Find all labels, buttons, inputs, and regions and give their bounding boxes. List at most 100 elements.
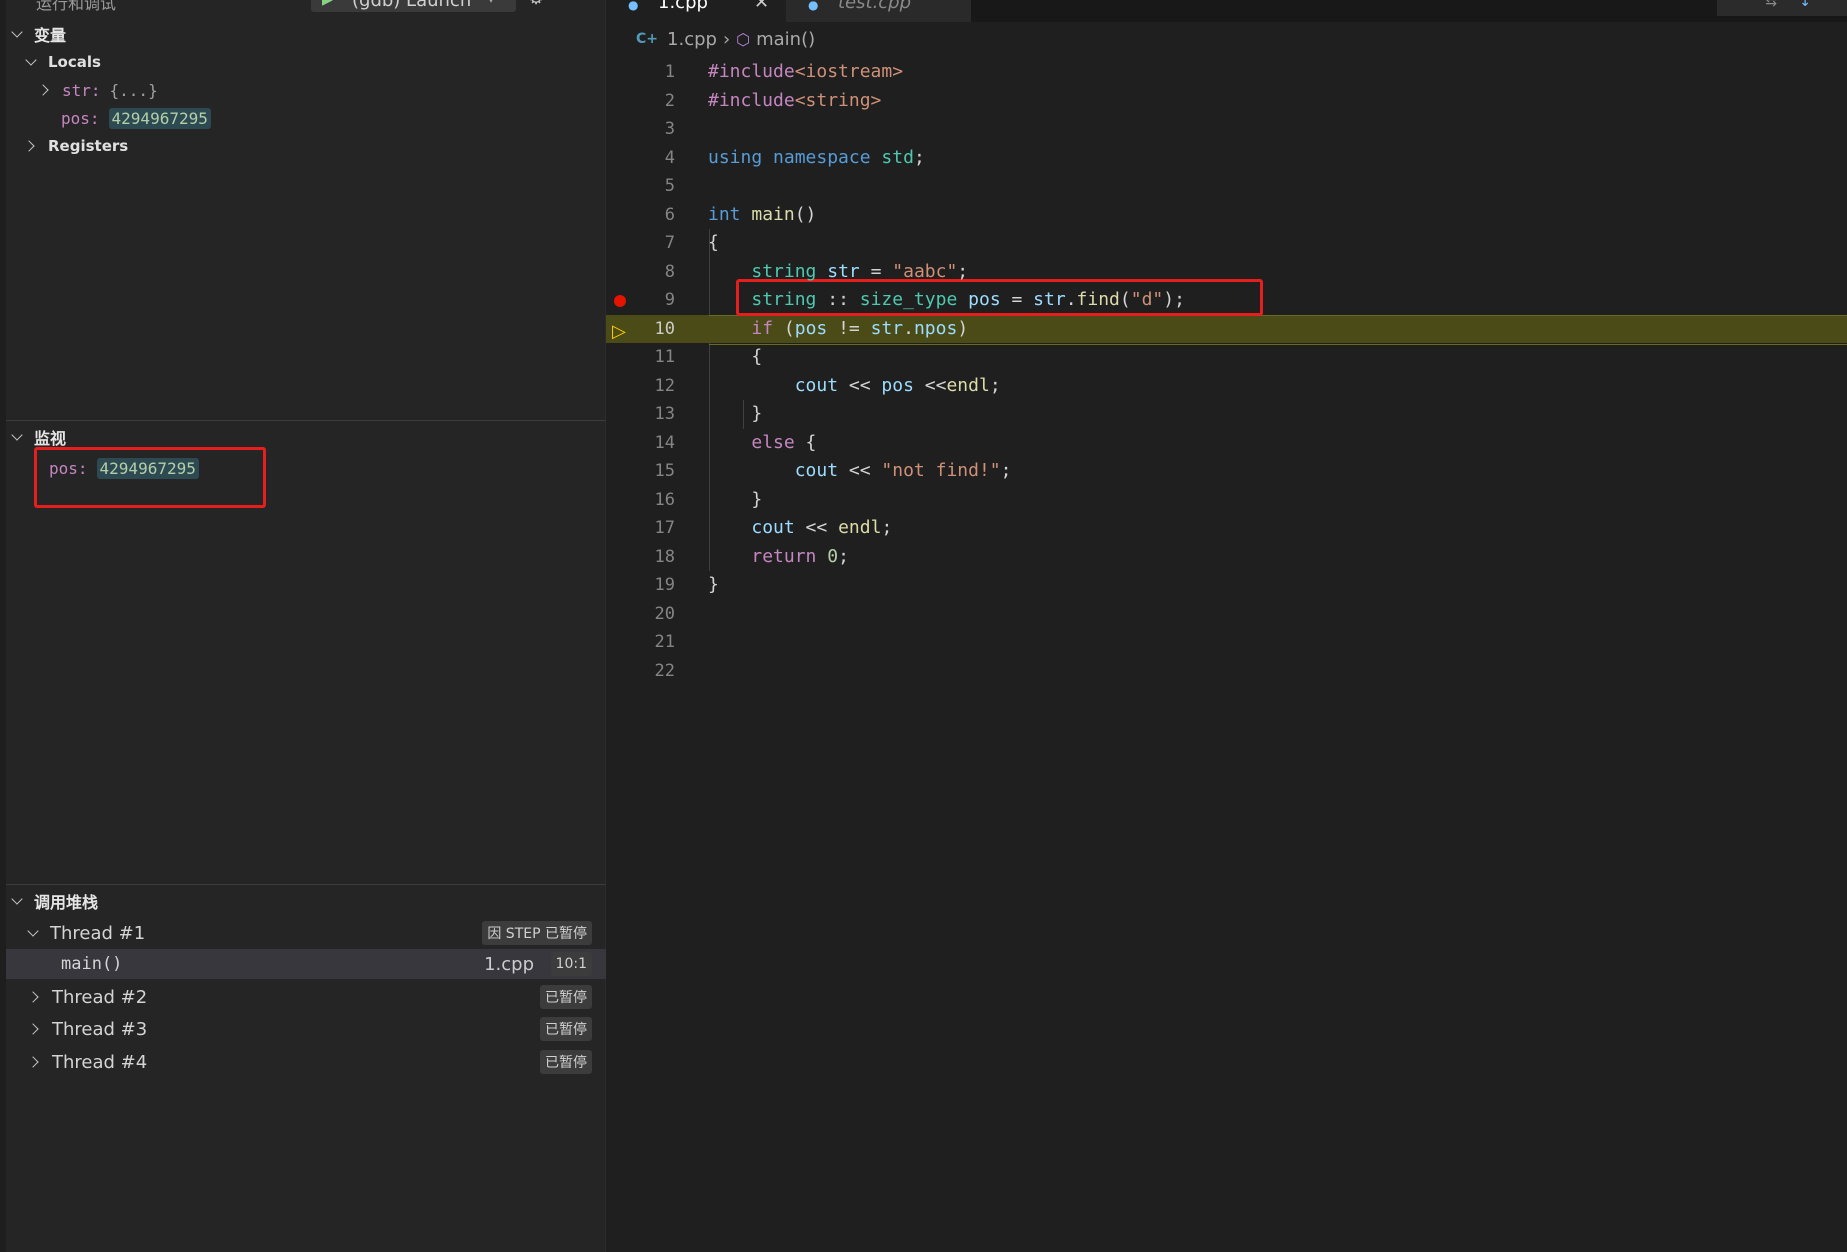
chevron-down-icon [24,55,38,69]
code-line[interactable]: 11 { [606,343,1847,372]
code-line[interactable]: 4 using namespace std; [606,144,1847,173]
code-line[interactable]: 15 cout << "not find!"; [606,457,1847,486]
code-line[interactable]: 18 return 0; [606,543,1847,572]
code-text: #include<iostream> [708,61,904,82]
line-number: 15 [654,461,675,481]
tab-label: test.cpp [838,0,912,13]
variable-name: pos: [61,108,100,128]
split-editor-icon[interactable]: ⇆ [1765,0,1777,10]
code-line[interactable]: 14 else { [606,429,1847,458]
thread-label: Thread #1 [50,922,146,944]
call-stack-section-header[interactable]: 调用堆栈 [10,889,98,913]
locals-label: Locals [48,53,101,71]
cpp-file-icon: ● [808,0,819,12]
breakpoint-icon[interactable] [614,295,626,307]
tab-test-cpp[interactable]: ● test.cpp [786,0,971,22]
cpp-file-icon: C+ [636,31,659,47]
variable-value: {...} [109,80,158,100]
stack-frame-row[interactable]: main() 1.cpp 10:1 [6,949,606,979]
code-text: { [708,232,719,253]
code-text: { [751,346,763,367]
variable-pos[interactable]: pos: 4294967295 [61,105,211,131]
line-number: 19 [654,575,675,595]
code-line[interactable]: 2 #include<string> [606,87,1847,116]
code-line[interactable]: 19 } [606,571,1847,600]
thread-status-badge: 已暂停 [540,1050,592,1074]
line-number: 13 [654,404,675,424]
thread-label: Thread #2 [52,986,148,1008]
code-line[interactable]: 20 [606,600,1847,629]
watch-section-header[interactable]: 监视 [10,425,66,449]
registers-scope[interactable]: Registers [24,133,128,159]
line-number: 17 [654,518,675,538]
code-text: string str = "aabc"; [751,260,969,282]
debug-step-icon[interactable]: ↓ [1799,0,1811,10]
code-line[interactable]: 16 } [606,486,1847,515]
code-line-current[interactable]: ▷ 10 if (pos != str.npos) [606,314,1847,345]
variable-str[interactable]: str: {...} [38,77,158,103]
code-line[interactable]: 12 cout << pos <<endl; [606,372,1847,401]
locals-scope[interactable]: Locals [24,49,101,75]
line-number: 6 [664,204,675,225]
editor-tab-bar: ● 1.cpp ✕ ● test.cpp ⇆ ↓ [606,0,1847,22]
play-icon[interactable]: ▶ [322,0,333,8]
chevron-right-icon [28,1022,42,1036]
gear-icon[interactable]: ⚙ [528,0,544,9]
code-line[interactable]: 21 [606,628,1847,657]
code-text: } [751,488,763,510]
highlight-box [34,447,266,508]
line-number: 18 [654,546,675,567]
line-number: 10 [654,318,675,339]
line-number: 7 [664,233,675,253]
breadcrumb-symbol[interactable]: main() [756,29,815,50]
code-line[interactable]: 3 [606,115,1847,144]
code-line[interactable]: 7 { [606,229,1847,258]
thread-row[interactable]: Thread #2 已暂停 [6,982,606,1012]
line-number: 14 [654,432,675,453]
code-text: } [708,574,719,595]
chevron-down-icon[interactable]: ▾ [488,0,494,6]
line-number: 22 [654,660,675,681]
breadcrumb-file[interactable]: 1.cpp [667,29,717,50]
variable-value: 4294967295 [108,107,211,129]
symbol-method-icon: ⬡ [736,29,751,49]
code-line[interactable]: 17 cout << endl; [606,514,1847,543]
variables-title: 变量 [34,26,67,45]
code-text: if (pos != str.npos) [751,317,969,339]
code-text: else { [751,431,817,453]
chevron-right-icon [24,139,38,153]
thread-row[interactable]: Thread #4 已暂停 [6,1047,606,1077]
variable-name: str: [62,80,101,100]
code-text: int main() [708,203,817,225]
line-number: 3 [664,119,675,139]
current-line-arrow-icon: ▷ [612,320,626,342]
tab-1-cpp[interactable]: ● 1.cpp ✕ [606,0,786,22]
frame-location-badge: 10:1 [550,952,592,976]
line-number: 20 [654,603,675,624]
close-icon[interactable]: ✕ [754,0,769,13]
line-number: 11 [654,347,675,367]
code-line[interactable]: 5 [606,172,1847,201]
code-line[interactable]: 13 } [606,400,1847,429]
code-text: using namespace std; [708,146,925,168]
line-number: 4 [664,147,675,168]
thread-row[interactable]: Thread #1 因 STEP 已暂停 [6,918,606,948]
call-stack-title: 调用堆栈 [34,893,99,912]
chevron-right-icon [38,83,52,97]
chevron-down-icon [10,894,24,908]
code-text: return 0; [751,545,849,567]
code-line[interactable]: 6 int main() [606,201,1847,230]
launch-config-label[interactable]: (gdb) Launch [352,0,471,11]
thread-status-badge: 因 STEP 已暂停 [482,921,592,945]
section-divider [6,884,606,885]
thread-row[interactable]: Thread #3 已暂停 [6,1014,606,1044]
frame-name: main() [61,954,123,974]
thread-status-badge: 已暂停 [540,985,592,1009]
code-line[interactable]: 22 [606,657,1847,686]
line-number: 12 [654,375,675,396]
variables-section-header[interactable]: 变量 [10,22,66,46]
code-line[interactable]: 1 #include<iostream> [606,58,1847,87]
chevron-down-icon [10,27,24,41]
tab-label: 1.cpp [658,0,708,13]
chevron-right-icon [28,1055,42,1069]
